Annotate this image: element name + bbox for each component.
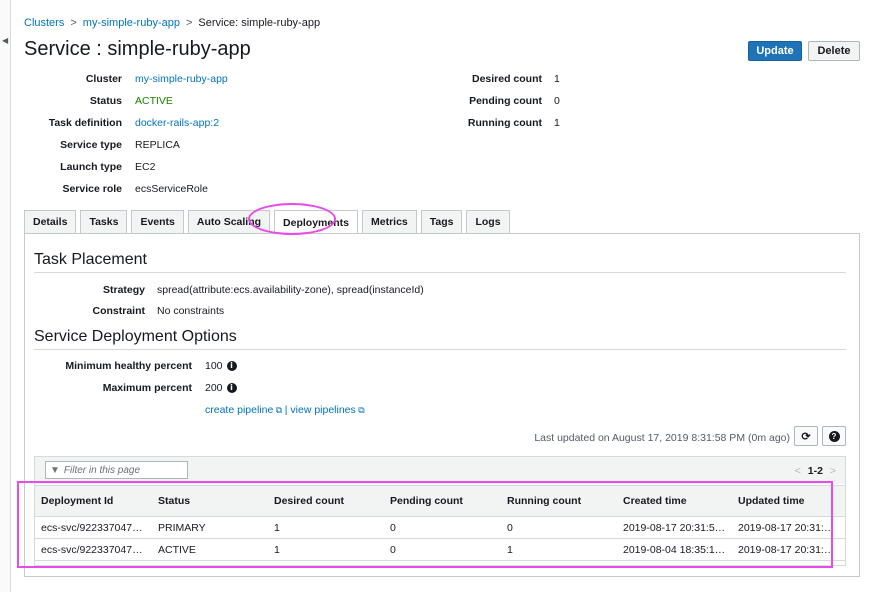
view-pipelines-link[interactable]: view pipelines <box>290 404 355 416</box>
cell-deployment-id: ecs-svc/9223370471... <box>35 538 152 561</box>
prev-page-button[interactable]: < <box>795 465 801 477</box>
cell-created-time: 2019-08-04 18:35:14 ... <box>617 538 732 561</box>
task-placement-title: Task Placement <box>34 251 147 268</box>
tab-details[interactable]: Details <box>24 210 77 233</box>
collapse-arrow-icon[interactable]: ◀ <box>2 36 8 45</box>
breadcrumb-cluster-link[interactable]: my-simple-ruby-app <box>83 17 180 29</box>
cell-updated-time: 2019-08-17 20:31:52... <box>732 538 845 561</box>
cell-status: PRIMARY <box>152 516 268 539</box>
page-title: Service : simple-ruby-app <box>24 38 251 60</box>
tab-tasks[interactable]: Tasks <box>80 210 128 233</box>
detail-value: REPLICA <box>135 139 180 151</box>
cell-updated-time: 2019-08-17 20:31:52... <box>732 516 845 539</box>
help-icon: ? <box>828 430 840 442</box>
left-navigation-rail[interactable]: ◀ <box>0 0 11 592</box>
divider <box>34 272 846 273</box>
cell-status: ACTIVE <box>152 538 268 561</box>
cell-running-count: 1 <box>501 538 617 561</box>
external-link-icon: ⧉ <box>355 405 365 415</box>
detail-value: 1 <box>554 117 560 129</box>
table-header-row: Deployment Id Status Desired count Pendi… <box>35 485 845 517</box>
table-row[interactable]: ecs-svc/9223370471... ACTIVE 1 0 1 2019-… <box>35 538 845 561</box>
tab-deployments[interactable]: Deployments <box>274 210 358 234</box>
filter-box[interactable]: ▼ <box>45 461 191 479</box>
tab-events[interactable]: Events <box>131 210 184 233</box>
breadcrumb-separator: > <box>185 17 193 29</box>
detail-key: Status <box>89 95 122 107</box>
breadcrumb-current: Service: simple-ruby-app <box>198 17 321 29</box>
cell-desired-count: 1 <box>268 516 384 539</box>
next-page-button[interactable]: > <box>830 465 836 477</box>
last-updated-text: Last updated on August 17, 2019 8:31:58 … <box>534 432 790 444</box>
column-header-updated-time[interactable]: Updated time <box>732 485 845 517</box>
constraint-label: Constraint <box>92 305 146 317</box>
deployment-options-title: Service Deployment Options <box>34 328 237 345</box>
external-link-icon: ⧉ <box>273 405 285 415</box>
column-header-desired-count[interactable]: Desired count <box>268 485 384 517</box>
filter-icon: ▼ <box>50 464 60 476</box>
constraint-value: No constraints <box>157 305 225 317</box>
max-percent-value: 200 <box>205 382 223 394</box>
create-pipeline-link[interactable]: create pipeline <box>205 404 273 416</box>
help-button[interactable]: ? <box>822 426 846 446</box>
tab-metrics[interactable]: Metrics <box>361 210 417 233</box>
max-percent-label: Maximum percent <box>102 382 192 394</box>
delete-button[interactable]: Delete <box>808 41 860 61</box>
detail-value: EC2 <box>135 161 156 173</box>
cluster-link[interactable]: my-simple-ruby-app <box>135 73 228 85</box>
detail-key: Running count <box>467 117 542 129</box>
update-button[interactable]: Update <box>748 41 802 61</box>
breadcrumb-clusters-link[interactable]: Clusters <box>24 17 64 29</box>
cell-desired-count: 1 <box>268 538 384 561</box>
deployments-table: Deployment Id Status Desired count Pendi… <box>35 485 845 561</box>
cell-deployment-id: ecs-svc/9223370470... <box>35 516 152 539</box>
min-healthy-label: Minimum healthy percent <box>65 360 192 372</box>
min-healthy-value: 100 <box>205 360 223 372</box>
detail-value: 0 <box>554 95 560 107</box>
filter-input[interactable] <box>61 463 191 477</box>
refresh-icon: ⟳ <box>801 430 811 443</box>
refresh-button[interactable]: ⟳ <box>794 426 818 446</box>
breadcrumb: Clusters > my-simple-ruby-app > Service: sim… <box>24 17 320 29</box>
column-header-pending-count[interactable]: Pending count <box>384 485 501 517</box>
tab-logs[interactable]: Logs <box>466 210 510 233</box>
detail-key: Launch type <box>60 161 122 173</box>
pipe-separator: | <box>284 404 288 416</box>
breadcrumb-separator: > <box>70 17 77 29</box>
status-value: ACTIVE <box>135 95 173 107</box>
service-tabs: Details Tasks Events Auto Scaling Deploy… <box>24 210 514 234</box>
detail-key: Pending count <box>469 95 542 107</box>
info-icon[interactable]: i <box>226 361 237 372</box>
tab-auto-scaling[interactable]: Auto Scaling <box>187 210 271 233</box>
cell-pending-count: 0 <box>384 538 501 561</box>
detail-key: Cluster <box>85 73 122 85</box>
detail-key: Task definition <box>48 117 122 129</box>
pagination: < 1-2 > <box>795 465 836 477</box>
column-header-created-time[interactable]: Created time <box>617 485 732 517</box>
table-row[interactable]: ecs-svc/9223370470... PRIMARY 1 0 0 2019… <box>35 516 845 539</box>
strategy-label: Strategy <box>102 284 145 296</box>
column-header-deployment-id[interactable]: Deployment Id <box>35 485 152 517</box>
cell-created-time: 2019-08-17 20:31:52 ... <box>617 516 732 539</box>
detail-key: Service type <box>60 139 122 151</box>
tab-tags[interactable]: Tags <box>420 210 463 233</box>
cell-running-count: 0 <box>501 516 617 539</box>
min-healthy-value-wrap: 100 i <box>205 360 237 372</box>
detail-value: ecsServiceRole <box>135 183 208 195</box>
detail-value: 1 <box>554 73 560 85</box>
page-range: 1-2 <box>807 465 823 477</box>
detail-key: Service role <box>62 183 122 195</box>
max-percent-value-wrap: 200 i <box>205 382 237 394</box>
column-header-running-count[interactable]: Running count <box>501 485 617 517</box>
pipeline-links: create pipeline ⧉ | view pipelines ⧉ <box>205 404 365 416</box>
info-icon[interactable]: i <box>226 383 237 394</box>
cell-pending-count: 0 <box>384 516 501 539</box>
strategy-value: spread(attribute:ecs.availability-zone),… <box>157 284 424 296</box>
task-definition-link[interactable]: docker-rails-app:2 <box>135 117 219 129</box>
divider <box>34 349 846 350</box>
detail-key: Desired count <box>471 73 542 85</box>
column-header-status[interactable]: Status <box>152 485 268 517</box>
